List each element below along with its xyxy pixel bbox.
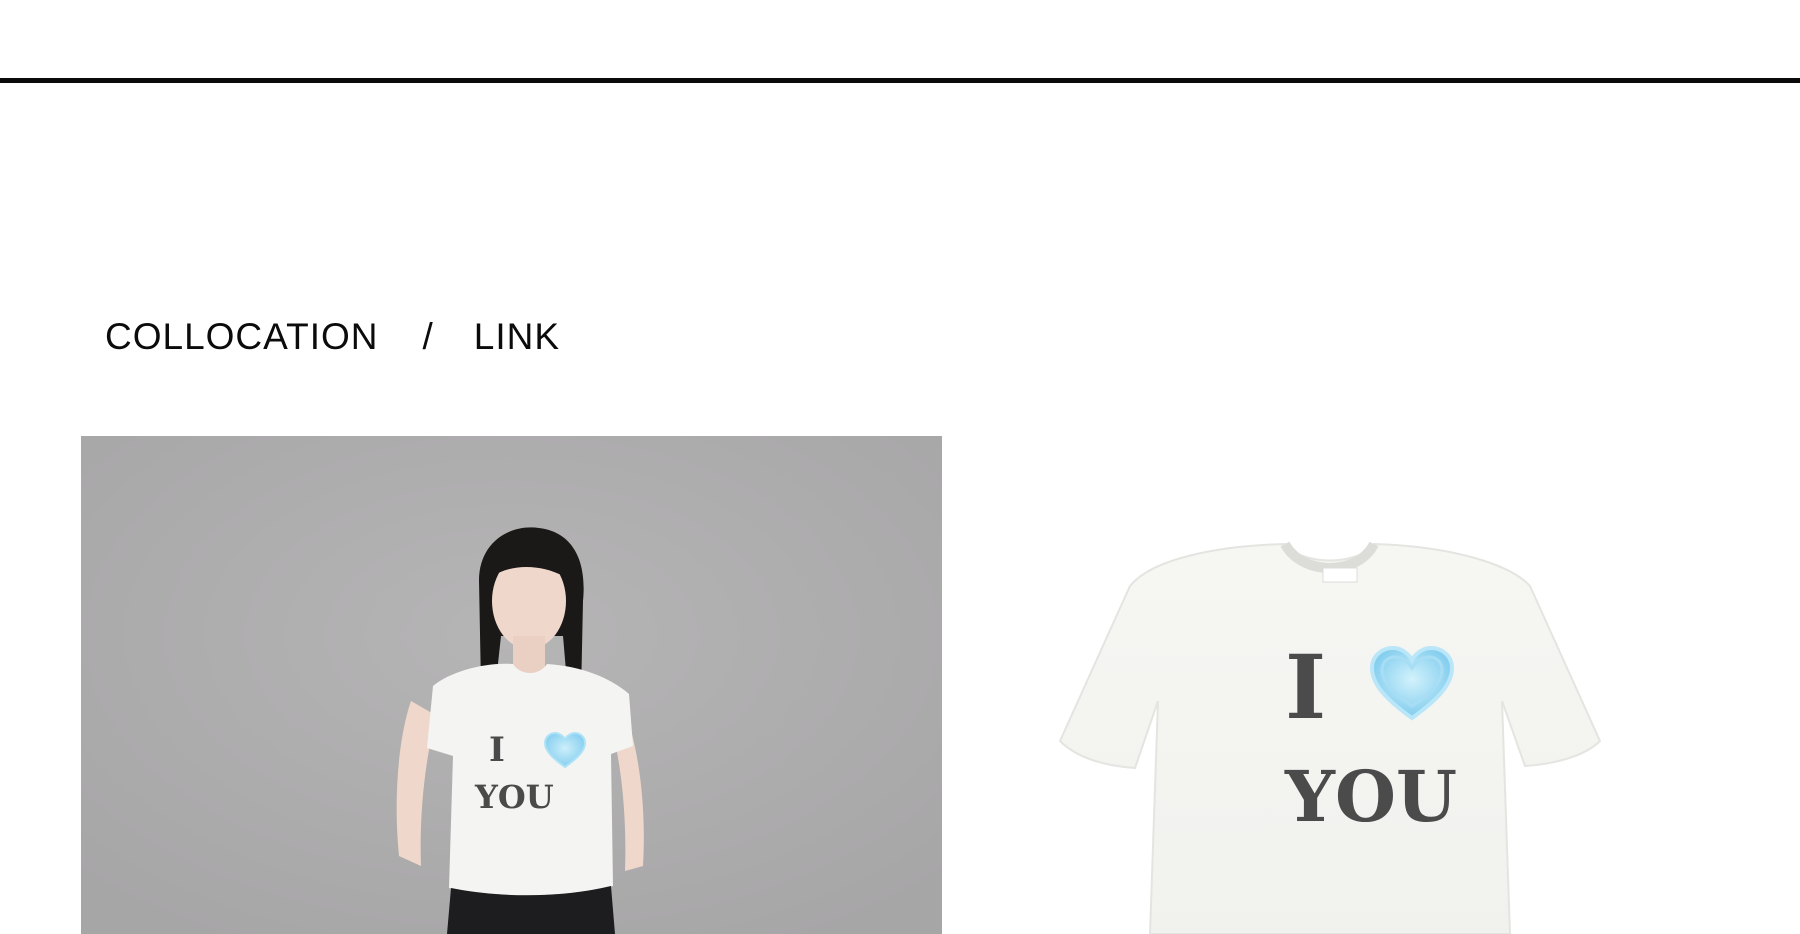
model-print-you: YOU [474, 778, 554, 816]
section-heading: COLLOCATION / LINK [105, 312, 560, 362]
heading-link: LINK [473, 316, 561, 357]
product-detail-page: COLLOCATION / LINK I YOU I YOU [0, 0, 1800, 934]
product-tshirt [1058, 542, 1602, 934]
heading-separator: / [422, 316, 434, 357]
neck-label [1322, 567, 1358, 583]
model-print-i: I [489, 730, 505, 770]
product-print-you: YOU [1284, 755, 1457, 838]
product-print-i: I [1285, 635, 1326, 739]
product-photo: I YOU [1040, 436, 1720, 934]
heading-collocation: COLLOCATION [105, 316, 379, 357]
model-photo: I YOU [81, 436, 942, 934]
top-divider [0, 78, 1800, 83]
